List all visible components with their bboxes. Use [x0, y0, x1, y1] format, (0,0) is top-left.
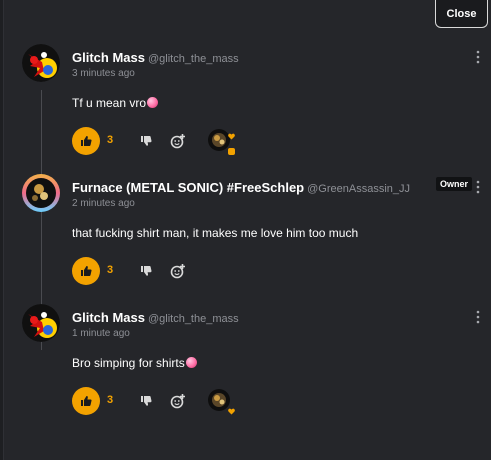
- like-button[interactable]: [72, 257, 100, 285]
- thumbs-up-icon: [81, 266, 92, 276]
- comment-body: Tf u mean vro: [72, 96, 147, 110]
- orange-heart-icon: [228, 127, 235, 140]
- like-button[interactable]: [72, 127, 100, 155]
- like-button[interactable]: [72, 387, 100, 415]
- comment-2: Furnace (METAL SONIC) #FreeSchlep @GreenA…: [22, 174, 491, 294]
- thumbs-down-icon[interactable]: [139, 264, 153, 278]
- close-button[interactable]: Close: [435, 0, 488, 28]
- timestamp: 2 minutes ago: [72, 198, 135, 209]
- add-reaction-icon[interactable]: [170, 393, 186, 409]
- comment-1: Glitch Mass @glitch_the_mass 3 minutes ag…: [22, 44, 491, 164]
- owner-badge: Owner: [436, 177, 473, 191]
- comment-actions: 3: [72, 257, 272, 285]
- thumbs-down-icon[interactable]: [139, 394, 153, 408]
- more-options-icon[interactable]: [476, 180, 480, 194]
- timestamp: 3 minutes ago: [72, 68, 135, 79]
- thumbs-up-icon: [81, 396, 92, 406]
- timestamp: 1 minute ago: [72, 328, 130, 339]
- add-reaction-icon[interactable]: [170, 133, 186, 149]
- orange-dot-icon: [228, 142, 235, 155]
- comment-body: Bro simping for shirts: [72, 356, 185, 370]
- more-options-icon[interactable]: [476, 310, 480, 324]
- author-name[interactable]: Glitch Mass: [72, 310, 145, 325]
- reactor-avatar[interactable]: [208, 389, 230, 411]
- thumbs-up-icon: [81, 136, 92, 146]
- thumbs-down-icon[interactable]: [139, 134, 153, 148]
- comment-text: Bro simping for shirts: [72, 356, 197, 370]
- reactor-avatar[interactable]: [208, 129, 230, 151]
- comment-actions: 3: [72, 127, 272, 155]
- comment-actions: 3: [72, 387, 272, 415]
- comment-text: that fucking shirt man, it makes me love…: [72, 226, 358, 240]
- comment-text: Tf u mean vro: [72, 96, 159, 110]
- author-name[interactable]: Glitch Mass: [72, 50, 145, 65]
- comments-panel: Close Glitch Mass @glitch_the_mass 3 minu…: [3, 0, 491, 460]
- comment-body: that fucking shirt man, it makes me love…: [72, 226, 359, 240]
- avatar[interactable]: [22, 44, 60, 82]
- like-count: 3: [107, 394, 114, 406]
- add-reaction-icon[interactable]: [170, 263, 186, 279]
- author-handle[interactable]: @glitch_the_mass: [148, 313, 239, 325]
- author-name[interactable]: Furnace (METAL SONIC) #FreeSchlep: [72, 180, 304, 195]
- like-count: 3: [107, 264, 114, 276]
- laughing-emoji-icon: [147, 97, 159, 108]
- avatar[interactable]: [22, 304, 60, 342]
- orange-heart-icon: [228, 402, 235, 415]
- author-handle[interactable]: @GreenAssassin_JJ: [307, 183, 410, 195]
- laughing-emoji-icon: [185, 357, 197, 368]
- more-options-icon[interactable]: [476, 50, 480, 64]
- avatar[interactable]: [22, 174, 60, 212]
- comment-3: Glitch Mass @glitch_the_mass 1 minute ago…: [22, 304, 491, 424]
- like-count: 3: [107, 134, 114, 146]
- author-handle[interactable]: @glitch_the_mass: [148, 53, 239, 65]
